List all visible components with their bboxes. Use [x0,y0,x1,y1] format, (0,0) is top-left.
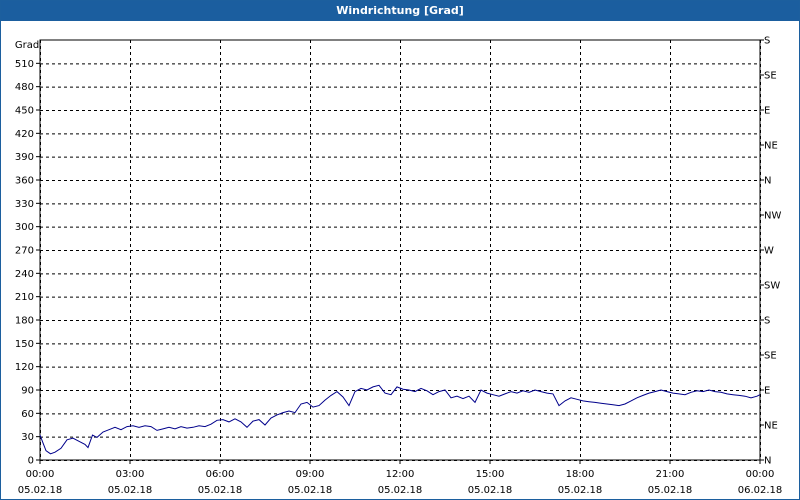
y-tick-label: 420 [15,129,34,140]
y-tick-label: 150 [15,339,34,350]
x-tick-date-label: 05.02.18 [288,485,333,496]
x-tick-time-label: 12:00 [386,469,415,480]
x-tick-date-label: 05.02.18 [198,485,243,496]
y-tick-label: 240 [15,269,34,280]
y-right-tick-label: N [764,456,771,467]
x-tick-time-label: 00:00 [746,469,775,480]
y-tick-label: 510 [15,59,34,70]
grid-lines [40,40,761,461]
x-tick-date-label: 05.02.18 [108,485,153,496]
x-tick-date-label: 05.02.18 [18,485,63,496]
y-tick-label: 450 [15,106,34,117]
x-tick-time-label: 15:00 [476,469,505,480]
y-tick-label: 330 [15,199,34,210]
y-tick-label: 210 [15,292,34,303]
x-tick-date-label: 06.02.18 [738,485,783,496]
y-right-tick-label: NE [764,421,778,432]
y-right-tick-label: NW [764,211,781,222]
y-tick-label: 390 [15,152,34,163]
y-right-tick-label: W [764,246,774,257]
y-tick-label: 480 [15,82,34,93]
y-right-tick-label: N [764,176,771,187]
y-tick-label: 180 [15,316,34,327]
y-tick-label: 0 [28,456,34,467]
x-axis: 00:00 05.02.18 03:00 05.02.18 06:00 05.02.18 0… [18,460,783,496]
y-right-tick-label: E [764,386,770,397]
y-tick-label: 30 [21,432,34,443]
x-tick-time-label: 03:00 [116,469,145,480]
wind-direction-chart: 0 30 60 90 120 150 180 210 240 270 300 330 360 390 420… [15,36,783,497]
y-tick-label: 270 [15,246,34,257]
y-axis-right: N NE E SE S SW W NW N NE E SE S [760,36,781,467]
y-right-tick-label: NE [764,141,778,152]
y-tick-label: 120 [15,362,34,373]
y-right-tick-label: E [764,106,770,117]
y-right-tick-label: SW [764,281,780,292]
y-right-tick-label: SE [764,71,777,82]
y-right-tick-label: S [764,316,770,327]
y-tick-label: 60 [21,409,34,420]
y-tick-label: 90 [21,386,34,397]
y-axis-label: Grad [15,40,39,51]
x-tick-date-label: 05.02.18 [648,485,693,496]
y-axis-left: 0 30 60 90 120 150 180 210 240 270 300 330 360 390 420… [15,59,40,467]
y-right-tick-label: SE [764,351,777,362]
x-tick-time-label: 09:00 [296,469,325,480]
x-tick-time-label: 18:00 [566,469,595,480]
y-right-tick-label: S [764,36,770,47]
x-tick-time-label: 00:00 [26,469,55,480]
y-tick-label: 300 [15,222,34,233]
x-tick-date-label: 05.02.18 [558,485,603,496]
x-tick-time-label: 21:00 [656,469,685,480]
x-tick-time-label: 06:00 [206,469,235,480]
x-tick-date-label: 05.02.18 [378,485,423,496]
y-tick-label: 360 [15,176,34,187]
x-tick-date-label: 05.02.18 [468,485,513,496]
